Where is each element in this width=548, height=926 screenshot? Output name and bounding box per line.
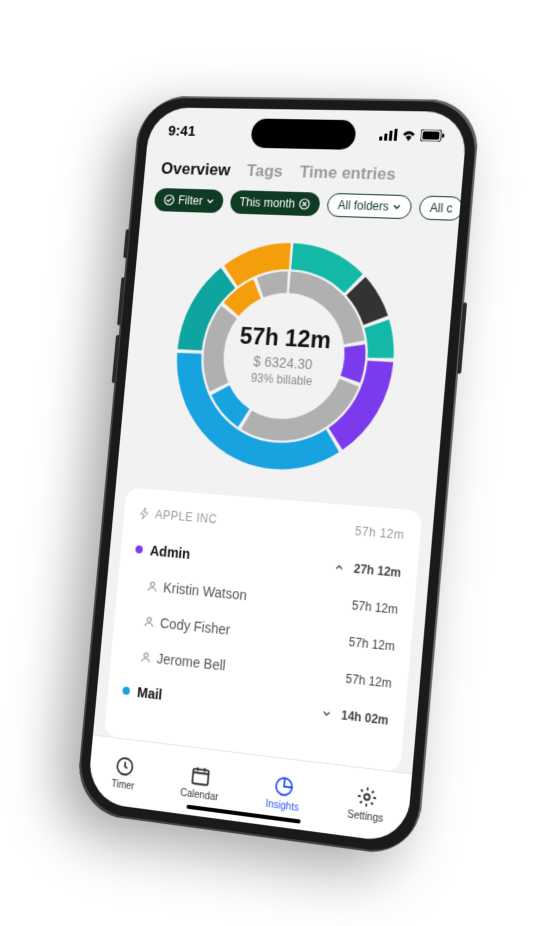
pie-chart-icon	[272, 774, 295, 799]
folders-chip[interactable]: All folders	[326, 193, 412, 219]
person-icon	[140, 651, 152, 664]
status-time: 9:41	[168, 122, 197, 139]
person-icon	[146, 580, 158, 593]
period-chip[interactable]: This month	[229, 190, 321, 216]
check-circle-icon	[163, 194, 175, 206]
company-time: 57h 12m	[354, 524, 405, 542]
person-icon	[143, 615, 155, 628]
nav-timer[interactable]: Timer	[111, 754, 137, 793]
color-dot	[135, 545, 143, 553]
summary-billable: 93% billable	[250, 371, 312, 389]
color-dot	[122, 686, 130, 695]
chevron-down-icon	[206, 197, 214, 205]
cellular-icon	[379, 129, 398, 141]
lightning-icon	[138, 507, 150, 520]
extra-chip[interactable]: All c	[418, 195, 461, 221]
wifi-icon	[401, 129, 418, 141]
summary-time: 57h 12m	[239, 323, 332, 356]
tab-time-entries[interactable]: Time entries	[299, 163, 397, 185]
phone-frame: 9:41 Overview Tags Time entries Filter	[75, 96, 481, 858]
tab-tags[interactable]: Tags	[246, 161, 284, 181]
tab-overview[interactable]: Overview	[160, 159, 231, 180]
battery-icon	[420, 129, 445, 141]
gear-icon	[355, 784, 379, 809]
company-label: APPLE INC	[155, 507, 218, 526]
clock-icon	[114, 754, 136, 778]
calendar-icon	[190, 763, 213, 788]
chevron-down-icon	[321, 708, 332, 719]
filter-chip[interactable]: Filter	[154, 188, 224, 213]
nav-calendar[interactable]: Calendar	[180, 762, 221, 803]
donut-chart: 57h 12m $ 6324.30 93% billable	[116, 224, 458, 512]
breakdown-card: APPLE INC 57h 12m Admin27h 12mKristin Wa…	[104, 487, 423, 772]
chevron-up-icon	[334, 562, 345, 573]
chevron-down-icon	[392, 203, 401, 211]
dynamic-island	[250, 119, 357, 150]
nav-insights[interactable]: Insights	[265, 773, 301, 814]
nav-settings[interactable]: Settings	[347, 783, 386, 825]
summary-amount: $ 6324.30	[253, 353, 313, 372]
close-circle-icon	[298, 198, 310, 210]
